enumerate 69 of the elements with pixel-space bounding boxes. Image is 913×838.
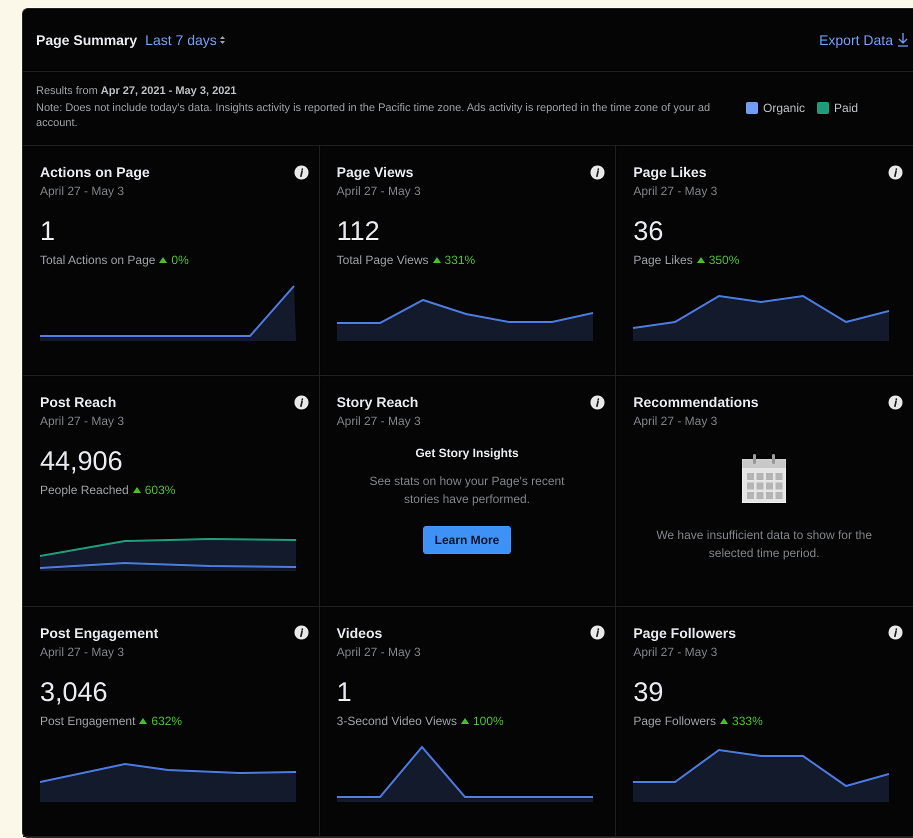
info-icon[interactable]	[294, 164, 309, 180]
download-icon	[897, 32, 909, 48]
card-title: Videos	[336, 624, 382, 641]
change-percent: 632%	[151, 714, 182, 728]
change-percent: 100%	[472, 714, 504, 728]
date-range: April 27 - May 3	[40, 184, 126, 198]
info-icon[interactable]	[590, 394, 606, 410]
up-arrow-icon	[720, 718, 728, 724]
info-icon[interactable]	[294, 625, 309, 640]
legend-label: Organic	[763, 100, 806, 114]
up-arrow-icon	[132, 487, 141, 494]
learn-more-button[interactable]: Learn More	[422, 526, 512, 554]
period-dropdown[interactable]: Last 7 days	[145, 32, 225, 48]
metric-label: People Reached	[40, 483, 129, 498]
date-range: April 27 - May 3	[633, 184, 718, 198]
up-arrow-icon	[159, 257, 168, 263]
metric-label: Total Actions on Page	[40, 253, 156, 267]
date-range: April 27 - May 3	[336, 184, 422, 198]
info-icon[interactable]	[294, 394, 309, 410]
metric-value: 1	[336, 676, 353, 708]
card-title: Page Likes	[633, 164, 706, 180]
card-title: Post Reach	[40, 394, 116, 410]
panel-title: Page Summary	[36, 32, 138, 48]
metric-label: Page Followers	[633, 714, 716, 728]
card-title: Actions on Page	[40, 164, 150, 180]
sort-caret-icon	[220, 36, 225, 44]
date-range: April 27 - May 3	[40, 644, 126, 659]
metric-label: 3-Second Video Views	[336, 714, 457, 728]
metric-label: Page Likes	[633, 253, 693, 267]
up-arrow-icon	[139, 718, 148, 724]
card-title: Recommendations	[633, 394, 759, 410]
info-icon[interactable]	[888, 164, 903, 180]
up-arrow-icon	[460, 718, 469, 724]
change-percent: 0%	[171, 253, 189, 267]
change-percent: 333%	[732, 714, 763, 728]
card-title: Page Followers	[633, 624, 736, 641]
change-percent: 350%	[708, 253, 740, 267]
date-range: April 27 - May 3	[336, 644, 422, 659]
info-icon[interactable]	[590, 164, 606, 180]
metric-label: Total Page Views	[336, 253, 428, 267]
metric-label: Post Engagement	[40, 714, 136, 728]
card-title: Post Engagement	[40, 624, 158, 641]
card-title: Page Views	[336, 164, 414, 180]
date-range: April 27 - May 3	[633, 644, 718, 659]
metric-value: 36	[633, 216, 664, 247]
metric-value: 112	[336, 216, 381, 247]
metric-value: 1	[40, 216, 56, 247]
change-percent: 603%	[144, 483, 176, 498]
metric-value: 39	[633, 676, 664, 708]
info-icon[interactable]	[888, 625, 903, 640]
results-range: Results from Apr 27, 2021 - May 3, 2021	[36, 84, 238, 99]
empty-message: We have insufficient data to show for the selected time period.	[655, 527, 873, 562]
metric-value: 3,046	[40, 676, 109, 708]
info-icon[interactable]	[888, 394, 903, 410]
date-range: April 27 - May 3	[336, 414, 422, 428]
change-percent: 331%	[444, 253, 476, 267]
calendar-icon	[741, 454, 788, 504]
metric-value: 44,906	[40, 446, 124, 478]
date-range: April 27 - May 3	[633, 414, 718, 428]
date-range: April 27 - May 3	[40, 414, 126, 428]
up-arrow-icon	[432, 257, 440, 263]
info-icon[interactable]	[590, 625, 606, 640]
up-arrow-icon	[696, 257, 705, 263]
note-text: Note: Does not include today's data. Insights activity is reported in the Pacific time zone. Ads activity is reported in the time zone of your ad account.	[36, 101, 712, 131]
card-title: Story Reach	[336, 394, 418, 410]
promo-text: See stats on how your Page's recent stories have performed.	[368, 473, 566, 508]
promo-heading: Get Story Insights	[415, 446, 519, 460]
legend-label: Paid	[834, 100, 858, 114]
export-data-button[interactable]: Export Data	[819, 32, 909, 48]
